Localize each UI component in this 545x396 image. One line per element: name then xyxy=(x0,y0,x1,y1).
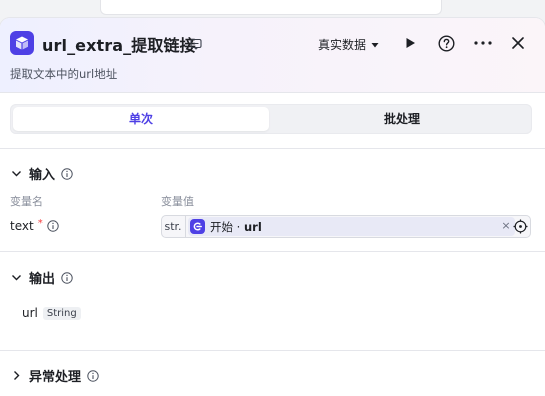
exception-section-header[interactable]: 异常处理 xyxy=(10,366,99,385)
info-icon[interactable] xyxy=(46,220,59,232)
output-field-name: url xyxy=(22,306,38,320)
data-mode-dropdown[interactable]: 真实数据 xyxy=(318,36,380,53)
tab-batch[interactable]: 批处理 xyxy=(275,107,529,131)
info-icon[interactable] xyxy=(61,271,73,284)
param-text-label: text * xyxy=(10,217,59,233)
output-field-row: url String xyxy=(22,306,81,320)
output-field-type-badge: String xyxy=(42,306,81,320)
input-section-header[interactable]: 输入 xyxy=(10,164,73,183)
start-node-icon xyxy=(190,219,205,234)
info-icon[interactable] xyxy=(87,369,99,382)
node-description[interactable]: 提取文本中的url地址 xyxy=(10,66,117,82)
clear-reference-icon[interactable]: × xyxy=(499,219,513,233)
type-selector[interactable]: str. xyxy=(161,215,186,238)
required-marker: * xyxy=(37,217,43,229)
tabs-divider xyxy=(0,148,545,149)
run-mode-tabs: 单次 批处理 xyxy=(10,104,532,134)
chevron-down-icon xyxy=(12,171,21,177)
variable-reference-tag[interactable]: 开始 · url × xyxy=(188,217,515,236)
canvas-node-edge xyxy=(100,0,442,15)
variable-value-column-header: 变量值 xyxy=(161,195,194,208)
param-value-field: str. 开始 · url × xyxy=(161,215,531,238)
chevron-down-icon xyxy=(12,275,21,281)
edit-title-icon[interactable] xyxy=(190,38,202,50)
input-divider xyxy=(0,251,545,252)
node-cube-icon xyxy=(10,31,34,55)
info-icon[interactable] xyxy=(61,167,73,180)
exception-section-title: 异常处理 xyxy=(29,370,82,385)
output-section-title: 输出 xyxy=(29,272,56,287)
output-section-header[interactable]: 输出 xyxy=(10,268,73,287)
node-config-panel: url_extra_提取链接 提取文本中的url地址 真实数据 单次 批处理 输… xyxy=(0,18,545,396)
variable-name-column-header: 变量名 xyxy=(10,195,43,208)
more-icon[interactable] xyxy=(473,34,493,52)
reference-path: 开始 · url xyxy=(210,219,262,234)
close-icon[interactable] xyxy=(509,34,527,52)
data-mode-label: 真实数据 xyxy=(318,38,367,52)
tab-single[interactable]: 单次 xyxy=(13,107,269,131)
header-divider xyxy=(0,92,545,93)
caret-down-icon xyxy=(371,42,379,47)
param-name: text xyxy=(10,219,34,233)
input-section-title: 输入 xyxy=(29,168,56,183)
play-icon[interactable] xyxy=(401,34,419,52)
help-icon[interactable] xyxy=(437,34,455,52)
node-title[interactable]: url_extra_提取链接 xyxy=(42,32,196,56)
variable-picker-icon[interactable] xyxy=(513,219,528,234)
chevron-right-icon xyxy=(14,371,20,380)
output-divider xyxy=(0,350,545,351)
